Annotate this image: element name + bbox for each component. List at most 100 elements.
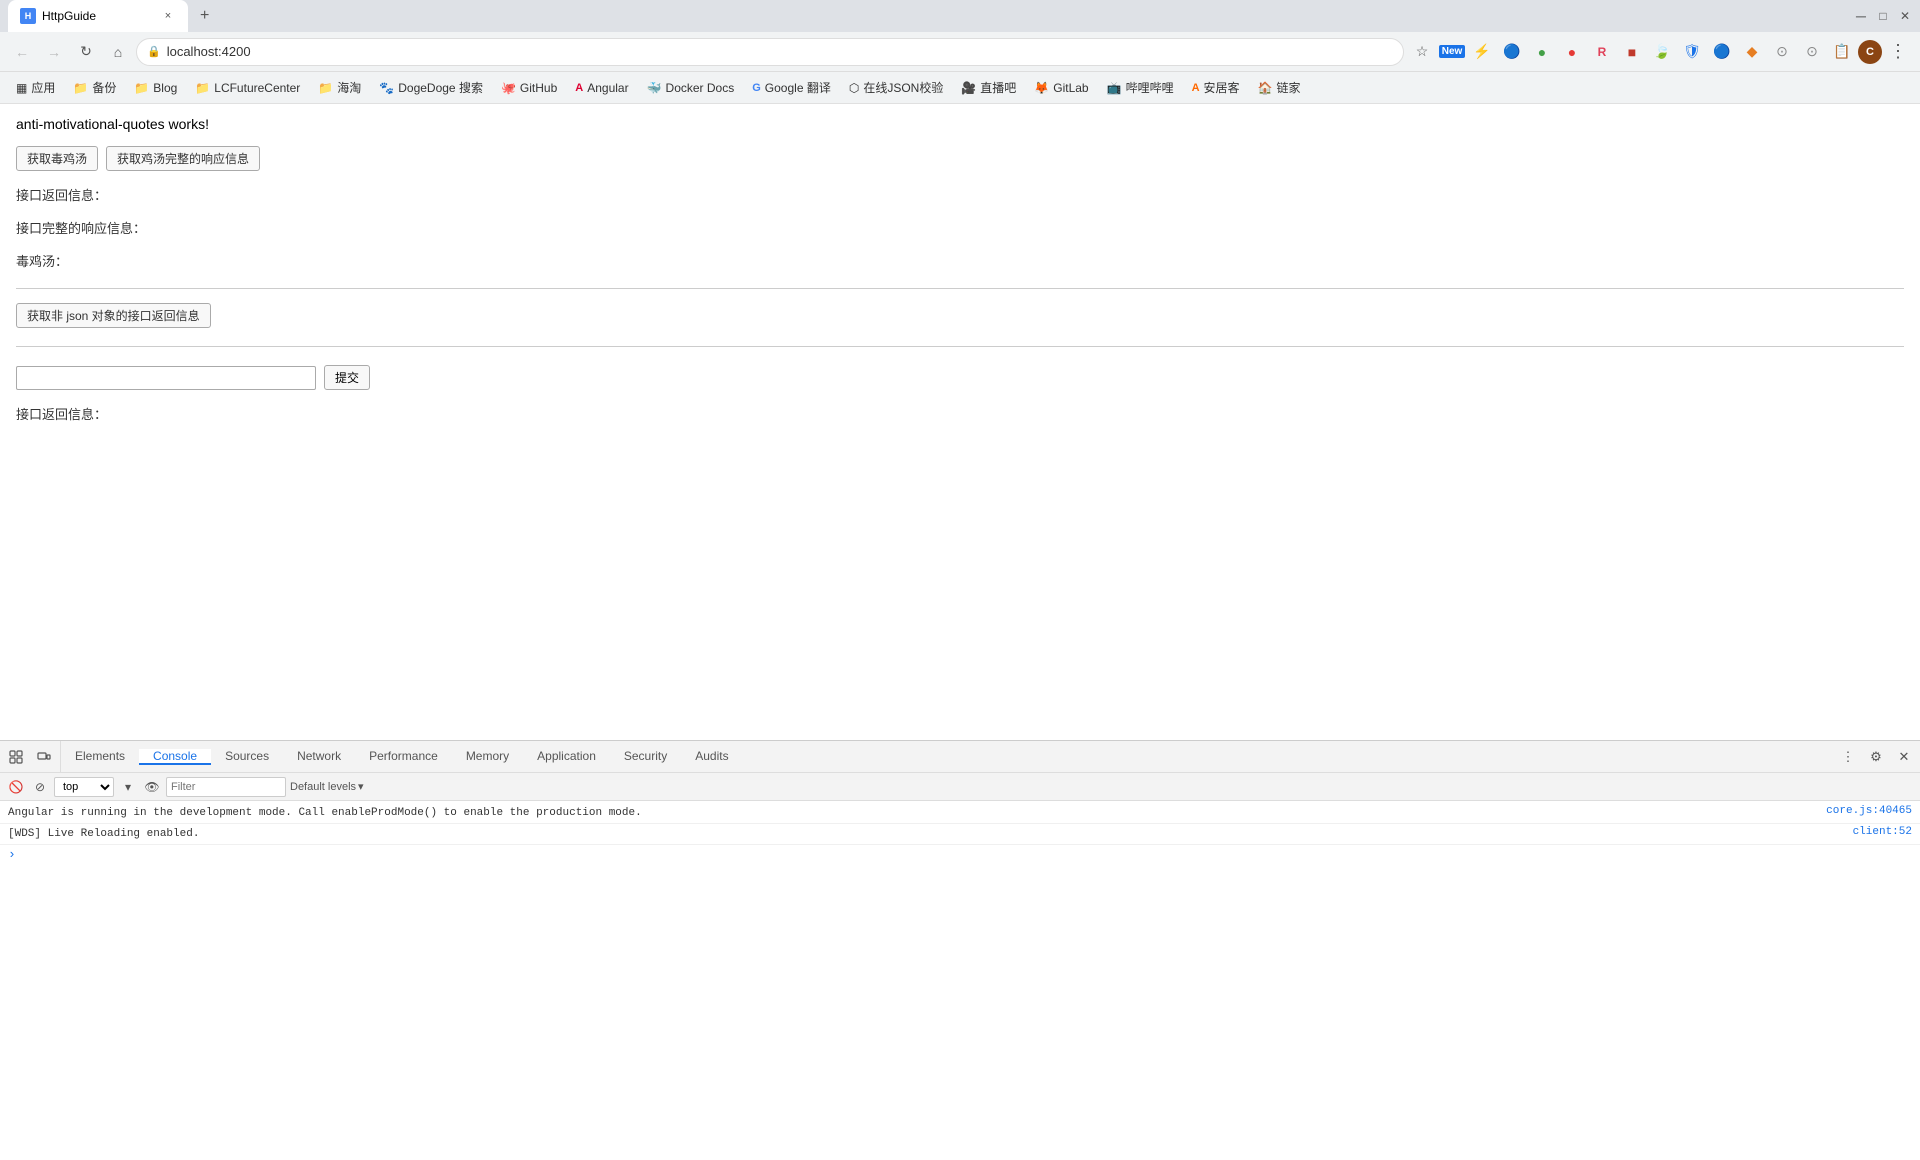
lianjia-icon: 🏠	[1258, 81, 1273, 95]
bookmark-bilibili[interactable]: 📺 哔哩哔哩	[1099, 76, 1182, 99]
devtools-right-controls: ⋮ ⚙ ✕	[1836, 745, 1920, 769]
console-eye-button[interactable]: 👁	[142, 777, 162, 797]
extension-btn-2[interactable]: 🔵	[1498, 38, 1526, 66]
console-prompt-icon[interactable]: ›	[8, 847, 16, 862]
get-non-json-button[interactable]: 获取非 json 对象的接口返回信息	[16, 303, 211, 328]
new-tab-button[interactable]: +	[188, 0, 221, 32]
console-preserve-button[interactable]: ⊘	[30, 777, 50, 797]
bookmark-backup[interactable]: 📁 备份	[65, 76, 124, 99]
tab-close-button[interactable]: ×	[160, 8, 176, 24]
live-icon: 🎥	[961, 81, 976, 95]
extension-btn-13[interactable]: 📋	[1828, 38, 1856, 66]
extension-btn-4[interactable]: ●	[1558, 38, 1586, 66]
page-title: anti-motivational-quotes works!	[16, 116, 1904, 132]
address-bar[interactable]: 🔒 localhost:4200	[136, 38, 1404, 66]
bookmark-haitao[interactable]: 📁 海淘	[310, 76, 369, 99]
get-soup-full-button[interactable]: 获取鸡汤完整的响应信息	[106, 146, 260, 171]
user-avatar[interactable]: C	[1858, 40, 1882, 64]
nav-right: ☆ New ⚡ 🔵 ● ● R ■ 🍃 🛡 🔵 ◆ ⊙ ⊙ 📋 C ⋮	[1408, 38, 1912, 66]
bookmark-apps[interactable]: ▦ 应用	[8, 76, 63, 99]
browser-tab-active[interactable]: H HttpGuide ×	[8, 0, 188, 32]
extension-btn-10[interactable]: ◆	[1738, 38, 1766, 66]
lock-icon: 🔒	[147, 45, 161, 58]
bookmark-dogedoge[interactable]: 🐾 DogeDoge 搜索	[371, 76, 491, 99]
bookmark-angular[interactable]: A Angular	[567, 78, 636, 98]
bookmark-lcfuture[interactable]: 📁 LCFutureCenter	[187, 78, 308, 98]
bookmark-github[interactable]: 🐙 GitHub	[493, 78, 565, 98]
console-clear-button[interactable]: 🚫	[6, 777, 26, 797]
mid-btn-group: 获取非 json 对象的接口返回信息	[16, 303, 1904, 328]
devtools-tab-performance[interactable]: Performance	[355, 749, 452, 765]
devtools-settings-button[interactable]: ⚙	[1864, 745, 1888, 769]
devtools-tab-audits[interactable]: Audits	[681, 749, 742, 765]
bilibili-icon: 📺	[1107, 81, 1122, 95]
top-btn-group: 获取毒鸡汤 获取鸡汤完整的响应信息	[16, 146, 1904, 171]
extension-btn-9[interactable]: 🔵	[1708, 38, 1736, 66]
apps-icon: ▦	[16, 81, 27, 95]
console-toolbar: 🚫 ⊘ top ▾ 👁 Default levels ▾	[0, 773, 1920, 801]
soup-label: 毒鸡汤：	[16, 251, 1904, 270]
extension-btn-5[interactable]: R	[1588, 38, 1616, 66]
menu-button[interactable]: ⋮	[1884, 38, 1912, 66]
extension-btn-11[interactable]: ⊙	[1768, 38, 1796, 66]
devtools-close-button[interactable]: ✕	[1892, 745, 1916, 769]
bookmark-docker[interactable]: 🐳 Docker Docs	[639, 78, 743, 98]
gitlab-icon: 🦊	[1034, 81, 1049, 95]
text-input-field[interactable]	[16, 366, 316, 390]
console-output: Angular is running in the development mo…	[0, 801, 1920, 1160]
bookmark-google-translate[interactable]: G Google 翻译	[744, 76, 839, 99]
devtools-tabs: Elements Console Sources Network Perform…	[61, 749, 743, 765]
devtools-tab-security[interactable]: Security	[610, 749, 681, 765]
console-link-2[interactable]: client:52	[1853, 826, 1912, 838]
console-filter-input[interactable]	[166, 777, 286, 797]
console-link-1[interactable]: core.js:40465	[1826, 805, 1912, 817]
console-levels-selector[interactable]: Default levels ▾	[290, 780, 364, 793]
devtools-toolbar: Elements Console Sources Network Perform…	[0, 741, 1920, 773]
console-message-2: [WDS] Live Reloading enabled.	[8, 826, 1853, 842]
console-context-arrow[interactable]: ▾	[118, 777, 138, 797]
devtools-inspect-button[interactable]	[4, 745, 28, 769]
back-button[interactable]: ←	[8, 38, 36, 66]
devtools-tab-application[interactable]: Application	[523, 749, 610, 765]
extension-btn-3[interactable]: ●	[1528, 38, 1556, 66]
restore-button[interactable]: □	[1876, 9, 1890, 23]
get-soup-button[interactable]: 获取毒鸡汤	[16, 146, 98, 171]
return-info-label1: 接口返回信息：	[16, 185, 1904, 204]
folder-icon-backup: 📁	[73, 81, 88, 95]
devtools-more-button[interactable]: ⋮	[1836, 745, 1860, 769]
devtools-tab-sources[interactable]: Sources	[211, 749, 283, 765]
console-message-1: Angular is running in the development mo…	[8, 805, 1826, 821]
extension-btn-1[interactable]: ⚡	[1468, 38, 1496, 66]
minimize-button[interactable]: ─	[1854, 9, 1868, 23]
submit-button[interactable]: 提交	[324, 365, 370, 390]
title-bar: H HttpGuide × + ─ □ ✕	[0, 0, 1920, 32]
bookmark-live[interactable]: 🎥 直播吧	[953, 76, 1024, 99]
bookmark-star-button[interactable]: ☆	[1408, 38, 1436, 66]
close-button[interactable]: ✕	[1898, 9, 1912, 23]
folder-icon-blog: 📁	[134, 81, 149, 95]
console-line-1: Angular is running in the development mo…	[0, 803, 1920, 824]
docker-icon: 🐳	[647, 81, 662, 95]
bookmark-json[interactable]: ⬡ 在线JSON校验	[841, 76, 952, 99]
extension-btn-7[interactable]: 🍃	[1648, 38, 1676, 66]
devtools-tab-memory[interactable]: Memory	[452, 749, 523, 765]
title-bar-controls: ─ □ ✕	[1854, 9, 1912, 23]
devtools-tab-elements[interactable]: Elements	[61, 749, 139, 765]
bookmark-gitlab[interactable]: 🦊 GitLab	[1026, 78, 1096, 98]
devtools-device-button[interactable]	[32, 745, 56, 769]
new-icon-button[interactable]: New	[1438, 38, 1466, 66]
extension-btn-12[interactable]: ⊙	[1798, 38, 1826, 66]
bookmark-anjuke[interactable]: A 安居客	[1184, 76, 1248, 99]
devtools-tab-network[interactable]: Network	[283, 749, 355, 765]
extension-btn-8[interactable]: 🛡	[1678, 38, 1706, 66]
reload-button[interactable]: ↻	[72, 38, 100, 66]
console-line-2: [WDS] Live Reloading enabled. client:52	[0, 824, 1920, 845]
console-context-select[interactable]: top	[54, 777, 114, 797]
extension-btn-6[interactable]: ■	[1618, 38, 1646, 66]
bookmark-blog[interactable]: 📁 Blog	[126, 78, 185, 98]
forward-button[interactable]: →	[40, 38, 68, 66]
home-button[interactable]: ⌂	[104, 38, 132, 66]
browser-frame: H HttpGuide × + ─ □ ✕ ← → ↻ ⌂	[0, 0, 1920, 1160]
bookmark-lianjia[interactable]: 🏠 链家	[1250, 76, 1309, 99]
devtools-tab-console[interactable]: Console	[139, 749, 211, 765]
